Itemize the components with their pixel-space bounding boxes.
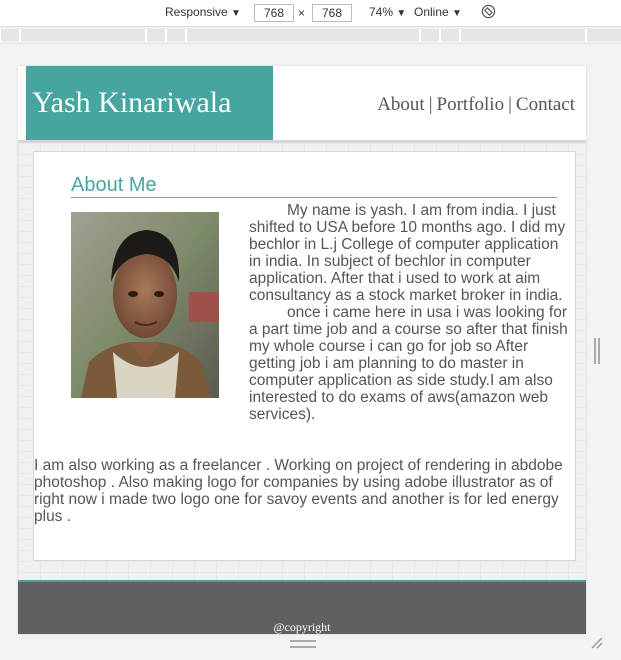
- width-input[interactable]: 768: [254, 4, 294, 22]
- freelance-paragraph: I am also working as a freelancer . Work…: [34, 457, 563, 525]
- brand-name: Yash Kinariwala: [32, 86, 232, 119]
- about-paragraph: My name is yash. I am from india. I just…: [249, 202, 566, 304]
- footer: @copyright: [18, 582, 586, 634]
- resize-handle-bottom[interactable]: [290, 640, 316, 648]
- profile-photo: [71, 212, 219, 398]
- about-card: About Me My name is yash. I am from indi…: [33, 151, 576, 561]
- about-paragraphs: My name is yash. I am from india. I just…: [249, 202, 571, 423]
- nav-about-link[interactable]: About: [377, 94, 425, 115]
- nav-contact-link[interactable]: Contact: [516, 94, 575, 115]
- network-select[interactable]: Online ▼: [414, 5, 462, 19]
- height-input[interactable]: 768: [312, 4, 352, 22]
- device-select[interactable]: Responsive ▼: [165, 5, 241, 19]
- dimension-separator: ×: [298, 6, 306, 20]
- media-query-ruler[interactable]: [0, 27, 621, 44]
- chevron-down-icon: ▼: [231, 8, 241, 19]
- resize-corner-icon[interactable]: [590, 636, 604, 650]
- device-label: Responsive: [165, 5, 228, 19]
- devtools-toolbar: Responsive ▼ 768 × 768 74% ▼ Online ▼: [0, 0, 621, 27]
- title-divider: [71, 197, 557, 198]
- zoom-label: 74%: [369, 5, 394, 19]
- copyright-text: @copyright: [273, 620, 331, 634]
- brand-logo[interactable]: Yash Kinariwala: [26, 66, 273, 140]
- network-label: Online: [414, 5, 449, 19]
- chevron-down-icon: ▼: [396, 8, 407, 19]
- section-title: About Me: [71, 174, 157, 196]
- nav-portfolio-link[interactable]: Portfolio: [437, 94, 505, 115]
- nav-separator: |: [508, 94, 512, 115]
- rotate-icon[interactable]: [481, 4, 496, 22]
- webpage: Yash Kinariwala About | Portfolio | Contact …: [18, 66, 586, 634]
- main-nav: About | Portfolio | Contact: [377, 94, 575, 116]
- chevron-down-icon: ▼: [452, 8, 462, 19]
- nav-separator: |: [428, 94, 433, 115]
- resize-handle-right[interactable]: [594, 338, 600, 364]
- zoom-select[interactable]: 74% ▼: [369, 5, 406, 19]
- about-paragraph: once i came here in usa i was looking fo…: [249, 304, 568, 423]
- freelance-paragraph-block: I am also working as a freelancer . Work…: [34, 457, 569, 525]
